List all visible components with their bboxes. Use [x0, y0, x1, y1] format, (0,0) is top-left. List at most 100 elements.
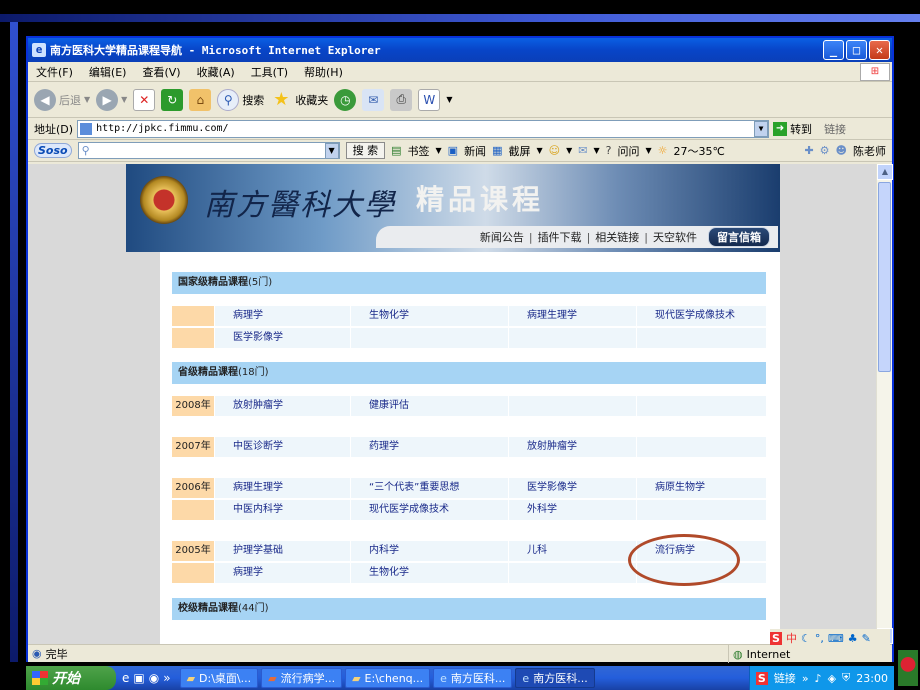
taskbar-links[interactable]: 链接: [774, 670, 796, 686]
sogou-icon[interactable]: S: [770, 631, 782, 645]
print-icon[interactable]: ⎙: [390, 88, 413, 111]
scroll-thumb[interactable]: [878, 182, 891, 372]
task-button[interactable]: e 南方医科...: [433, 668, 513, 688]
mail-small-icon[interactable]: ✉: [578, 144, 587, 157]
ime-chinese-icon[interactable]: 中: [786, 630, 797, 646]
course-link[interactable]: 生物化学: [350, 306, 508, 326]
course-link[interactable]: 放射肿瘤学: [508, 437, 636, 457]
screenshot-button[interactable]: 截屏: [508, 143, 530, 159]
soso-search-input[interactable]: ⚲ ▼: [77, 142, 340, 159]
course-link[interactable]: 病理学: [214, 306, 350, 326]
weather-label[interactable]: 27～35℃: [674, 143, 725, 159]
quicklaunch-more-icon[interactable]: »: [163, 671, 170, 685]
forward-dropdown-icon[interactable]: ▼: [121, 95, 127, 104]
course-link[interactable]: [350, 328, 508, 348]
maximize-button[interactable]: □: [846, 40, 867, 60]
menu-file[interactable]: 文件(F): [36, 64, 73, 80]
nav-news[interactable]: 新闻公告: [480, 229, 524, 245]
course-link[interactable]: “三个代表”重要思想: [350, 478, 508, 498]
back-dropdown-icon[interactable]: ▼: [84, 95, 90, 104]
home-icon[interactable]: ⌂: [189, 88, 212, 111]
soso-logo[interactable]: Soso: [34, 143, 72, 158]
address-input[interactable]: http://jpkc.fimmu.com/ ▼: [77, 119, 770, 138]
task-button[interactable]: ▰ E:\chenq...: [345, 668, 431, 688]
course-link[interactable]: 医学影像学: [508, 478, 636, 498]
course-link[interactable]: 中医内科学: [214, 500, 350, 520]
edit-icon[interactable]: W: [418, 88, 441, 111]
menu-tools[interactable]: 工具(T): [251, 64, 288, 80]
settings-icon[interactable]: ⚙: [820, 144, 830, 157]
history-icon[interactable]: ◷: [334, 88, 357, 111]
course-link[interactable]: 病理生理学: [508, 306, 636, 326]
menu-view[interactable]: 查看(V): [142, 64, 180, 80]
course-link[interactable]: 儿科: [508, 541, 636, 561]
course-link[interactable]: [508, 563, 636, 583]
scroll-up-icon[interactable]: ▲: [877, 164, 893, 180]
links-button[interactable]: 链接: [824, 121, 846, 137]
course-link[interactable]: [508, 396, 636, 416]
screenshot-dropdown-icon[interactable]: ▼: [536, 146, 542, 155]
refresh-icon[interactable]: ↻: [161, 88, 184, 111]
soso-search-button[interactable]: 搜 索: [345, 142, 386, 159]
course-link[interactable]: 病理生理学: [214, 478, 350, 498]
ime-keyboard-icon[interactable]: ⌨: [828, 632, 844, 645]
shield-icon[interactable]: ⛨: [842, 671, 850, 685]
ime-tools-icon[interactable]: ✎: [862, 632, 871, 645]
title-bar[interactable]: e 南方医科大学精品课程导航 - Microsoft Internet Expl…: [28, 38, 892, 62]
bookmark-dropdown-icon[interactable]: ▼: [436, 146, 442, 155]
task-button[interactable]: ▰ D:\桌面\...: [179, 668, 259, 688]
menu-help[interactable]: 帮助(H): [304, 64, 343, 80]
desktop-quicklaunch-icon[interactable]: ▣: [133, 671, 144, 685]
message-box-button[interactable]: 留言信箱: [708, 227, 770, 247]
ime-skin-icon[interactable]: ♣: [848, 632, 858, 645]
ask-button[interactable]: 问问: [617, 143, 639, 159]
course-link[interactable]: 中医诊断学: [214, 437, 350, 457]
course-link[interactable]: 药理学: [350, 437, 508, 457]
smiley-icon[interactable]: ☺: [549, 144, 560, 157]
ime-punct-icon[interactable]: °,: [815, 632, 824, 645]
task-button[interactable]: ▰ 流行病学...: [261, 668, 343, 688]
course-link[interactable]: [636, 396, 766, 416]
course-link[interactable]: 护理学基础: [214, 541, 350, 561]
minimize-button[interactable]: _: [823, 40, 844, 60]
favorites-button[interactable]: ★ 收藏夹: [270, 89, 328, 111]
vertical-scrollbar[interactable]: ▲ ▼: [876, 164, 893, 644]
back-button[interactable]: ◀ 后退 ▼: [34, 88, 90, 111]
course-link[interactable]: [636, 328, 766, 348]
nav-software[interactable]: 天空软件: [653, 229, 697, 245]
course-link[interactable]: 外科学: [508, 500, 636, 520]
ie-quicklaunch-icon[interactable]: e: [122, 671, 129, 685]
course-link[interactable]: 现代医学成像技术: [636, 306, 766, 326]
course-link[interactable]: [508, 328, 636, 348]
soso-dropdown-icon[interactable]: ▼: [324, 142, 339, 159]
course-link[interactable]: 内科学: [350, 541, 508, 561]
course-link[interactable]: [636, 437, 766, 457]
stop-icon[interactable]: ✕: [133, 88, 156, 111]
menu-favorites[interactable]: 收藏(A): [197, 64, 235, 80]
menu-edit[interactable]: 编辑(E): [89, 64, 127, 80]
course-link[interactable]: [636, 500, 766, 520]
start-button[interactable]: 开始: [26, 666, 116, 690]
media-quicklaunch-icon[interactable]: ◉: [149, 671, 159, 685]
mail-dropdown-icon[interactable]: ▼: [593, 146, 599, 155]
course-link[interactable]: 生物化学: [350, 563, 508, 583]
course-link[interactable]: 医学影像学: [214, 328, 350, 348]
forward-button[interactable]: ▶ ▼: [96, 88, 127, 111]
ask-dropdown-icon[interactable]: ▼: [645, 146, 651, 155]
bookmark-button[interactable]: 书签: [408, 143, 430, 159]
volume-icon[interactable]: ♪: [815, 672, 822, 685]
smiley-dropdown-icon[interactable]: ▼: [566, 146, 572, 155]
nav-download[interactable]: 插件下载: [538, 229, 582, 245]
search-button[interactable]: ⚲ 搜索: [217, 88, 264, 111]
tray-arrow-icon[interactable]: »: [802, 672, 809, 685]
course-link[interactable]: 病原生物学: [636, 478, 766, 498]
ime-moon-icon[interactable]: ☾: [801, 632, 811, 645]
mail-icon[interactable]: ✉: [362, 88, 385, 111]
sogou-tray-icon[interactable]: S: [755, 671, 768, 685]
nav-links[interactable]: 相关链接: [595, 229, 639, 245]
network-icon[interactable]: ◈: [828, 672, 836, 685]
course-link[interactable]: 现代医学成像技术: [350, 500, 508, 520]
course-link[interactable]: 病理学: [214, 563, 350, 583]
course-link[interactable]: 放射肿瘤学: [214, 396, 350, 416]
course-link[interactable]: 健康评估: [350, 396, 508, 416]
